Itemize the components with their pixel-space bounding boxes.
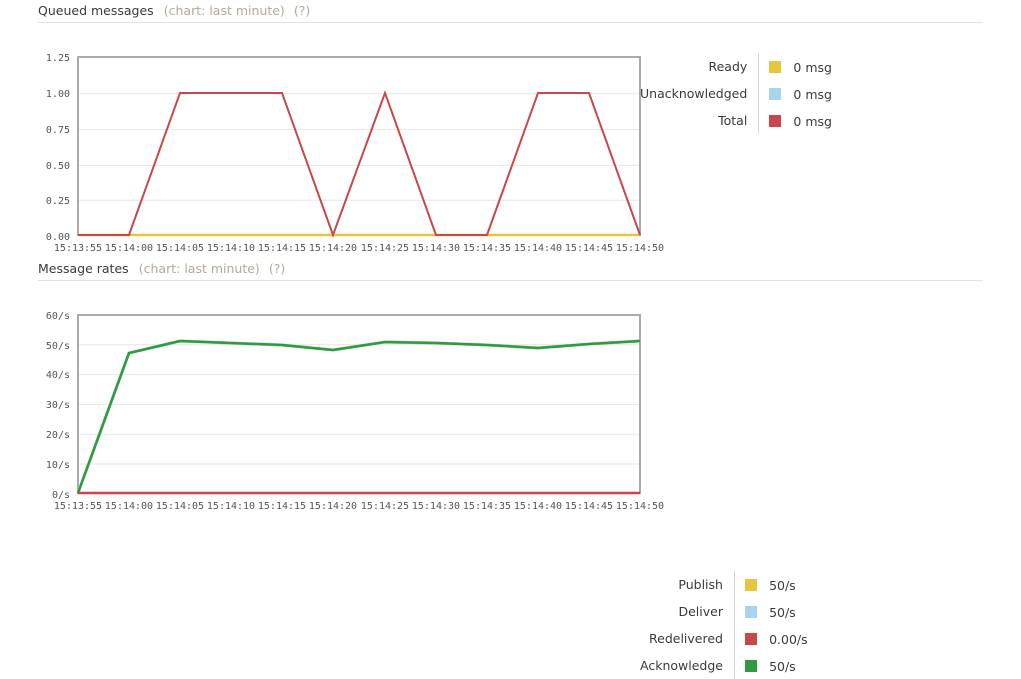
legend-value-cell-acknowledge: 50/s: [734, 652, 807, 679]
legend-value-deliver: 50/s: [769, 605, 796, 620]
svg-text:60/s: 60/s: [46, 311, 70, 322]
svg-text:1.25: 1.25: [46, 53, 70, 64]
legend-value-cell-redelivered: 0.00/s: [734, 625, 808, 652]
legend-label-publish: Publish: [640, 571, 735, 598]
chart-period-label: (chart: last minute): [163, 3, 285, 18]
y-axis-ticks: 1.25 1.00 0.75 0.50 0.25 0.00: [46, 53, 70, 243]
legend-label-acknowledge: Acknowledge: [640, 652, 735, 679]
queued-messages-chart-block: 1.25 1.00 0.75 0.50 0.25 0.00 15:13:55 1…: [0, 23, 1021, 253]
message-rates-chart-block: 60/s 50/s 40/s 30/s 20/s 10/s 0/s 15:13:…: [0, 281, 1021, 679]
legend-table-rates: Publish 50/s Deliver 50/s Redelivered 0.…: [640, 571, 808, 679]
svg-text:1.00: 1.00: [46, 89, 70, 100]
svg-text:15:14:45: 15:14:45: [565, 501, 613, 511]
svg-text:50/s: 50/s: [46, 341, 70, 352]
legend-value-redelivered: 0.00/s: [769, 632, 808, 647]
queued-messages-legend: Ready 0 msg Unacknowledged 0 msg Total 0…: [640, 53, 1000, 134]
legend-label-deliver: Deliver: [640, 598, 735, 625]
legend-swatch-redelivered-icon: [744, 633, 757, 645]
svg-text:0/s: 0/s: [52, 490, 70, 501]
svg-text:15:14:45: 15:14:45: [565, 243, 613, 253]
legend-swatch-deliver-icon: [744, 606, 757, 618]
svg-text:15:14:40: 15:14:40: [514, 243, 562, 253]
svg-text:0.25: 0.25: [46, 196, 70, 207]
legend-value-ready: 0 msg: [793, 60, 832, 75]
svg-text:15:13:55: 15:13:55: [54, 243, 102, 253]
message-rates-chart[interactable]: 60/s 50/s 40/s 30/s 20/s 10/s 0/s 15:13:…: [0, 281, 700, 511]
svg-text:15:14:10: 15:14:10: [207, 243, 255, 253]
legend-swatch-unacknowledged-icon: [769, 88, 782, 100]
message-rates-plot: 60/s 50/s 40/s 30/s 20/s 10/s 0/s 15:13:…: [46, 311, 664, 511]
legend-value-cell-publish: 50/s: [734, 571, 807, 598]
queued-messages-plot: 1.25 1.00 0.75 0.50 0.25 0.00 15:13:55 1…: [46, 53, 664, 253]
legend-swatch-acknowledge-icon: [744, 660, 757, 672]
legend-label-redelivered: Redelivered: [640, 625, 735, 652]
svg-text:15:14:15: 15:14:15: [258, 243, 306, 253]
y-axis-ticks-rates: 60/s 50/s 40/s 30/s 20/s 10/s 0/s: [46, 311, 70, 501]
help-link-rates[interactable]: (?): [269, 260, 285, 277]
svg-text:0.75: 0.75: [46, 125, 70, 136]
page-title: Queued messages: [38, 3, 154, 18]
legend-value-cell-total: 0 msg: [759, 107, 832, 134]
svg-text:15:14:20: 15:14:20: [309, 501, 357, 511]
x-axis-ticks: 15:13:55 15:14:00 15:14:05 15:14:10 15:1…: [54, 243, 664, 253]
legend-row-publish: Publish 50/s: [640, 571, 808, 598]
svg-text:15:13:55: 15:13:55: [54, 501, 102, 511]
svg-text:15:14:05: 15:14:05: [156, 243, 204, 253]
legend-value-acknowledge: 50/s: [769, 659, 796, 674]
x-axis-ticks-rates: 15:13:55 15:14:00 15:14:05 15:14:10 15:1…: [54, 501, 664, 511]
svg-text:40/s: 40/s: [46, 370, 70, 381]
svg-text:0.50: 0.50: [46, 161, 70, 172]
legend-row-unacknowledged: Unacknowledged 0 msg: [640, 80, 832, 107]
svg-text:15:14:35: 15:14:35: [463, 501, 511, 511]
legend-row-ready: Ready 0 msg: [640, 53, 832, 80]
svg-text:20/s: 20/s: [46, 430, 70, 441]
svg-text:15:14:05: 15:14:05: [156, 501, 204, 511]
legend-row-acknowledge: Acknowledge 50/s: [640, 652, 808, 679]
legend-value-unacknowledged: 0 msg: [793, 87, 832, 102]
legend-row-deliver: Deliver 50/s: [640, 598, 808, 625]
queued-messages-header: Queued messages (chart: last minute) (?): [38, 0, 983, 23]
svg-text:15:14:20: 15:14:20: [309, 243, 357, 253]
svg-text:15:14:15: 15:14:15: [258, 501, 306, 511]
help-link[interactable]: (?): [294, 2, 310, 19]
legend-swatch-publish-icon: [744, 579, 757, 591]
legend-label-ready: Ready: [640, 53, 760, 80]
svg-text:15:14:00: 15:14:00: [105, 501, 153, 511]
section-title-message-rates: Message rates: [38, 261, 129, 276]
queued-messages-chart[interactable]: 1.25 1.00 0.75 0.50 0.25 0.00 15:13:55 1…: [0, 23, 700, 253]
svg-text:15:14:35: 15:14:35: [463, 243, 511, 253]
svg-text:0.00: 0.00: [46, 232, 70, 243]
svg-text:15:14:25: 15:14:25: [361, 243, 409, 253]
svg-text:15:14:10: 15:14:10: [207, 501, 255, 511]
message-rates-legend: Publish 50/s Deliver 50/s Redelivered 0.…: [640, 571, 1000, 679]
svg-text:15:14:50: 15:14:50: [616, 501, 664, 511]
legend-value-total: 0 msg: [793, 114, 832, 129]
legend-value-publish: 50/s: [769, 578, 796, 593]
legend-value-cell-unacknowledged: 0 msg: [759, 80, 832, 107]
svg-text:15:14:30: 15:14:30: [412, 243, 460, 253]
svg-text:15:14:00: 15:14:00: [105, 243, 153, 253]
legend-label-total: Total: [640, 107, 760, 134]
legend-table: Ready 0 msg Unacknowledged 0 msg Total 0…: [640, 53, 832, 134]
legend-row-redelivered: Redelivered 0.00/s: [640, 625, 808, 652]
queues-charts-page: Queued messages (chart: last minute) (?): [0, 0, 1021, 679]
message-rates-header: Message rates (chart: last minute) (?): [38, 258, 983, 281]
svg-text:15:14:30: 15:14:30: [412, 501, 460, 511]
chart-period-label-rates: (chart: last minute): [138, 261, 260, 276]
legend-swatch-total-icon: [769, 115, 782, 127]
queued-messages-section: Queued messages (chart: last minute) (?): [0, 0, 1021, 253]
svg-text:15:14:50: 15:14:50: [616, 243, 664, 253]
legend-label-unacknowledged: Unacknowledged: [640, 80, 760, 107]
legend-row-total: Total 0 msg: [640, 107, 832, 134]
svg-text:15:14:40: 15:14:40: [514, 501, 562, 511]
legend-value-cell-ready: 0 msg: [759, 53, 832, 80]
legend-value-cell-deliver: 50/s: [734, 598, 807, 625]
svg-text:15:14:25: 15:14:25: [361, 501, 409, 511]
svg-text:30/s: 30/s: [46, 400, 70, 411]
svg-text:10/s: 10/s: [46, 460, 70, 471]
legend-swatch-ready-icon: [769, 61, 782, 73]
message-rates-section: Message rates (chart: last minute) (?) 6…: [0, 258, 1021, 679]
